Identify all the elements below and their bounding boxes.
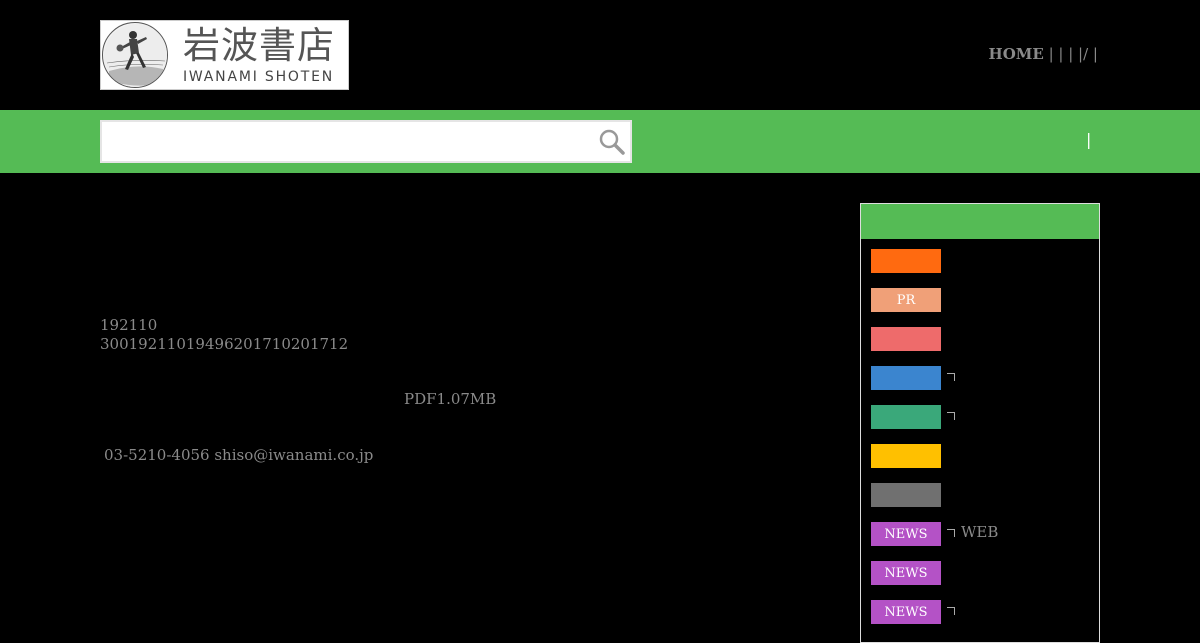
- top-navigation: HOME | | | |/ |: [989, 45, 1098, 63]
- nav-home-link[interactable]: HOME: [989, 45, 1044, 63]
- corner-arrow-icon: [947, 412, 955, 420]
- category-tag[interactable]: NEWS: [871, 600, 941, 624]
- category-tag[interactable]: [871, 366, 941, 390]
- search-icon[interactable]: [598, 128, 626, 156]
- search-box: [100, 120, 632, 163]
- corner-arrow-icon: [947, 373, 955, 381]
- sidebar-item[interactable]: [871, 249, 941, 273]
- pdf-link[interactable]: PDF1.07MB: [404, 390, 496, 408]
- logo-kanji: 岩波書店: [183, 24, 335, 67]
- category-tag[interactable]: NEWS: [871, 561, 941, 585]
- sidebar-item[interactable]: NEWS WEB: [871, 522, 998, 546]
- corner-arrow-icon: [947, 607, 955, 615]
- category-tag[interactable]: [871, 444, 941, 468]
- search-band: |: [0, 110, 1200, 173]
- category-tag[interactable]: [871, 327, 941, 351]
- nav-separators[interactable]: | | | |/ |: [1044, 45, 1098, 63]
- sidebar-item[interactable]: PR: [871, 288, 941, 312]
- info-block: 192110 30019211019496201710201712: [100, 316, 348, 354]
- sidebar-item[interactable]: [871, 483, 941, 507]
- band-divider: |: [1086, 130, 1092, 149]
- corner-arrow-icon: [947, 529, 955, 537]
- site-logo[interactable]: 岩波書店 IWANAMI SHOTEN: [100, 20, 349, 90]
- sidebar-item[interactable]: NEWS: [871, 600, 955, 624]
- sidebar-item-text[interactable]: WEB: [961, 523, 998, 541]
- sidebar-item[interactable]: [871, 444, 941, 468]
- sidebar-item[interactable]: [871, 327, 941, 351]
- category-tag[interactable]: PR: [871, 288, 941, 312]
- category-tag[interactable]: [871, 405, 941, 429]
- search-input[interactable]: [106, 126, 590, 159]
- sidebar-item[interactable]: [871, 405, 955, 429]
- sidebar: PR NEWS WEB NEWS NEWS: [860, 203, 1100, 643]
- category-tag[interactable]: [871, 483, 941, 507]
- sidebar-item[interactable]: [871, 366, 955, 390]
- sidebar-item[interactable]: NEWS: [871, 561, 941, 585]
- logo-text: 岩波書店 IWANAMI SHOTEN: [183, 24, 335, 86]
- contact-info: 03-5210-4056 shiso@iwanami.co.jp: [104, 446, 374, 464]
- info-line-1: 192110: [100, 316, 158, 334]
- category-tag[interactable]: NEWS: [871, 522, 941, 546]
- logo-roman: IWANAMI SHOTEN: [183, 69, 334, 85]
- sidebar-header: [861, 204, 1099, 239]
- sower-emblem-icon: [102, 22, 168, 88]
- info-line-2: 30019211019496201710201712: [100, 335, 349, 353]
- category-tag[interactable]: [871, 249, 941, 273]
